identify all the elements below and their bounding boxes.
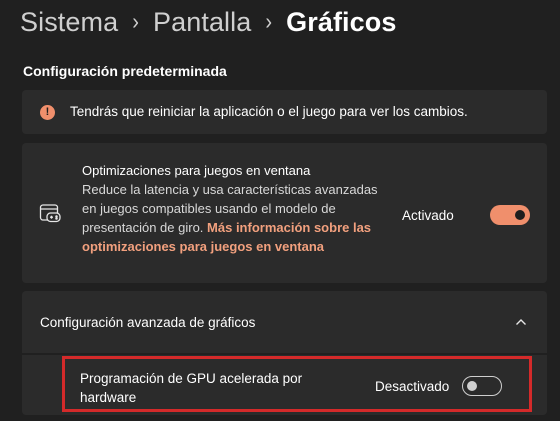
breadcrumb-item-sistema[interactable]: Sistema <box>20 7 118 38</box>
advanced-graphics-header[interactable]: Configuración avanzada de gráficos <box>22 291 547 353</box>
advanced-graphics-title: Configuración avanzada de gráficos <box>40 315 256 330</box>
windowed-optimizations-title: Optimizaciones para juegos en ventana <box>82 163 311 178</box>
breadcrumb-separator: › <box>265 8 273 35</box>
windowed-optimizations-toggle[interactable] <box>490 205 530 225</box>
highlight-box <box>62 356 532 412</box>
section-title: Configuración predeterminada <box>23 63 227 79</box>
breadcrumb-separator: › <box>132 8 139 35</box>
windowed-optimizations-state-label: Activado <box>402 208 454 223</box>
info-banner: ! Tendrás que reiniciar la aplicación o … <box>22 90 547 134</box>
toggle-knob <box>515 210 525 220</box>
breadcrumb: Sistema › Pantalla › Gráficos <box>20 2 396 42</box>
info-banner-text: Tendrás que reiniciar la aplicación o el… <box>70 104 468 119</box>
page-title: Gráficos <box>286 6 397 37</box>
windowed-optimizations-text: Optimizaciones para juegos en ventana Re… <box>82 161 378 256</box>
gamepad-window-icon <box>39 204 61 223</box>
exclamation-icon: ! <box>40 105 55 120</box>
chevron-up-icon[interactable] <box>514 315 528 329</box>
windowed-optimizations-setting: Optimizaciones para juegos en ventana Re… <box>22 143 547 283</box>
breadcrumb-item-pantalla[interactable]: Pantalla <box>153 7 251 38</box>
